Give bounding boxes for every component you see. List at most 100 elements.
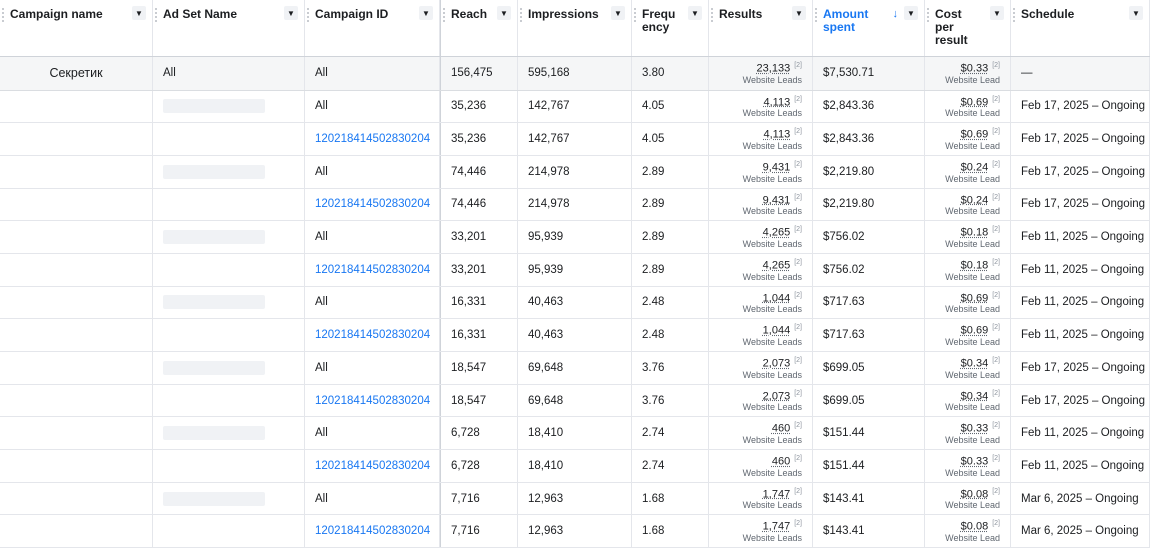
drag-handle-icon[interactable] [711, 8, 715, 22]
table-row[interactable]: 120218414502830204 74,446 214,978 2.89 9,431… [0, 188, 1150, 222]
campaign-id[interactable]: 120218414502830204 [305, 123, 440, 155]
cost-value[interactable]: $0.33 [961, 423, 989, 435]
table-row[interactable]: All 16,331 40,463 2.48 1,044 [2] Website Leads… [0, 286, 1150, 320]
cost-value[interactable]: $0.08 [961, 488, 989, 500]
column-header-results[interactable]: Results ▼ [709, 0, 813, 56]
results-value[interactable]: 460 [772, 456, 790, 468]
results-value[interactable]: 4,113 [763, 129, 790, 141]
results-value[interactable]: 460 [772, 423, 790, 435]
ad-set-name[interactable] [153, 188, 305, 221]
ad-set-name[interactable] [153, 319, 305, 351]
results-value[interactable]: 1,044 [763, 325, 791, 337]
results-value[interactable]: 4,265 [763, 227, 791, 239]
cost-footnote: [2] [992, 62, 1000, 70]
results-cell: 1,044 [2] Website Leads [709, 286, 813, 319]
cost-value[interactable]: $0.69 [961, 325, 989, 337]
ad-set-name[interactable] [153, 417, 305, 450]
results-value[interactable]: 1,044 [763, 292, 791, 304]
drag-handle-icon[interactable] [520, 8, 524, 22]
cost-value[interactable]: $0.34 [961, 358, 989, 370]
table-row[interactable]: All 74,446 214,978 2.89 9,431 [2] Website Lead… [0, 155, 1150, 189]
column-header-reach[interactable]: Reach ▼ [440, 0, 518, 56]
campaign-id[interactable]: 120218414502830204 [305, 188, 440, 221]
column-header-ad-set-name[interactable]: Ad Set Name ▼ [153, 0, 305, 56]
cost-value[interactable]: $0.69 [961, 129, 989, 141]
drag-handle-icon[interactable] [443, 8, 447, 22]
results-value[interactable]: 4,113 [763, 96, 790, 108]
cost-value[interactable]: $0.69 [961, 96, 989, 108]
chevron-down-icon[interactable]: ▼ [792, 6, 806, 20]
campaign-id[interactable]: 120218414502830204 [305, 384, 440, 417]
chevron-down-icon[interactable]: ▼ [419, 6, 433, 20]
results-value[interactable]: 9,431 [763, 162, 791, 174]
column-header-campaign-name[interactable]: Campaign name ▼ [0, 0, 153, 56]
table-row[interactable]: All 18,547 69,648 3.76 2,073 [2] Website Leads… [0, 352, 1150, 385]
ad-set-name[interactable] [153, 221, 305, 253]
cost-value[interactable]: $0.24 [961, 162, 989, 174]
drag-handle-icon[interactable] [155, 8, 159, 22]
sort-descending-icon[interactable]: ↓ [893, 8, 899, 21]
campaign-name[interactable]: Секретик [0, 57, 153, 90]
chevron-down-icon[interactable]: ▼ [497, 6, 511, 20]
drag-handle-icon[interactable] [927, 8, 931, 22]
campaign-id[interactable]: 120218414502830204 [305, 450, 440, 482]
results-value[interactable]: 1,747 [763, 521, 791, 533]
results-value[interactable]: 2,073 [763, 358, 791, 370]
cost-value[interactable]: $0.18 [961, 227, 989, 239]
cost-value[interactable]: $0.24 [961, 194, 989, 206]
column-header-frequency[interactable]: Frequ ency ▼ [632, 0, 709, 56]
ad-set-name[interactable] [153, 482, 305, 515]
chevron-down-icon[interactable]: ▼ [284, 6, 298, 20]
table-row[interactable]: All 33,201 95,939 2.89 4,265 [2] Website Leads… [0, 221, 1150, 254]
column-header-campaign-id[interactable]: Campaign ID ▼ [305, 0, 440, 56]
table-row[interactable]: 120218414502830204 18,547 69,648 3.76 2,073[… [0, 384, 1150, 418]
chevron-down-icon[interactable]: ▼ [132, 6, 146, 20]
chevron-down-icon[interactable]: ▼ [688, 6, 702, 20]
campaign-id[interactable]: 120218414502830204 [305, 319, 440, 351]
table-row[interactable]: All 6,728 18,410 2.74 460 [2] Website Leads $15… [0, 417, 1150, 451]
table-row[interactable]: 120218414502830204 35,236 142,767 4.05 4,113… [0, 123, 1150, 156]
drag-handle-icon[interactable] [307, 8, 311, 22]
table-row[interactable]: 120218414502830204 6,728 18,410 2.74 460 [2] W… [0, 450, 1150, 483]
chevron-down-icon[interactable]: ▼ [611, 6, 625, 20]
cost-value[interactable]: $0.08 [961, 521, 989, 533]
drag-handle-icon[interactable] [1013, 8, 1017, 22]
table-row[interactable]: 120218414502830204 16,331 40,463 2.48 1,044[… [0, 319, 1150, 352]
results-value[interactable]: 4,265 [763, 260, 791, 272]
results-value[interactable]: 1,747 [763, 488, 791, 500]
results-value[interactable]: 2,073 [763, 390, 791, 402]
ad-set-name[interactable] [153, 253, 305, 286]
chevron-down-icon[interactable]: ▼ [990, 6, 1004, 20]
results-value[interactable]: 23,133 [757, 63, 791, 75]
drag-handle-icon[interactable] [815, 8, 819, 22]
table-row[interactable]: 120218414502830204 7,716 12,963 1.68 1,747 [2… [0, 515, 1150, 549]
column-header-impressions[interactable]: Impressions ▼ [518, 0, 632, 56]
summary-row[interactable]: Секретик All All 156,475 595,168 3.80 23… [0, 57, 1150, 91]
cost-value[interactable]: $0.33 [961, 63, 989, 75]
ad-set-name[interactable] [153, 352, 305, 384]
ad-set-name[interactable] [153, 286, 305, 319]
drag-handle-icon[interactable] [2, 8, 6, 22]
column-header-cost-per-result[interactable]: Cost per result ▼ [925, 0, 1011, 56]
column-header-amount-spent[interactable]: Amount spent ↓ ▼ [813, 0, 925, 56]
campaign-id[interactable]: 120218414502830204 [305, 515, 440, 548]
chevron-down-icon[interactable]: ▼ [1129, 6, 1143, 20]
ad-set-name[interactable] [153, 450, 305, 482]
table-row[interactable]: All 7,716 12,963 1.68 1,747 [2] Website Leads $… [0, 482, 1150, 516]
ad-set-name[interactable] [153, 90, 305, 123]
column-header-schedule[interactable]: Schedule ▼ [1011, 0, 1150, 56]
cost-value[interactable]: $0.69 [961, 292, 989, 304]
cost-value[interactable]: $0.33 [961, 456, 989, 468]
cost-value[interactable]: $0.18 [961, 260, 989, 272]
campaign-id[interactable]: 120218414502830204 [305, 253, 440, 286]
ad-set-name[interactable] [153, 155, 305, 188]
table-row[interactable]: 120218414502830204 33,201 95,939 2.89 4,265[… [0, 253, 1150, 287]
chevron-down-icon[interactable]: ▼ [904, 6, 918, 20]
results-value[interactable]: 9,431 [763, 194, 791, 206]
ad-set-name[interactable] [153, 515, 305, 548]
cost-value[interactable]: $0.34 [961, 390, 989, 402]
ad-set-name[interactable] [153, 384, 305, 417]
ad-set-name[interactable] [153, 123, 305, 155]
table-row[interactable]: All 35,236 142,767 4.05 4,113 [2] Website Lead… [0, 90, 1150, 124]
drag-handle-icon[interactable] [634, 8, 638, 22]
